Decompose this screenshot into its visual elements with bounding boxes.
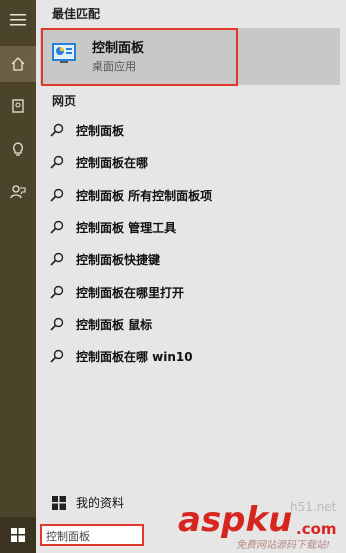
web-heading: 网页 bbox=[52, 94, 77, 108]
search-icon bbox=[50, 156, 64, 169]
web-result-label: 控制面板在哪里打开 bbox=[76, 285, 185, 300]
feedback-icon bbox=[10, 185, 26, 199]
web-result-item[interactable]: 控制面板在哪 win10 bbox=[36, 343, 346, 369]
web-result-label: 控制面板 管理工具 bbox=[76, 220, 177, 235]
notebook-icon bbox=[12, 99, 24, 113]
tips-button[interactable] bbox=[0, 131, 36, 167]
watermark-brand: aspku bbox=[178, 500, 293, 540]
search-icon bbox=[50, 252, 64, 266]
best-match-result[interactable]: 控制面板 桌面应用 bbox=[40, 28, 340, 85]
search-input[interactable]: 控制面板 bbox=[40, 524, 144, 546]
lightbulb-icon bbox=[13, 142, 23, 156]
windows-start-icon bbox=[11, 528, 25, 542]
best-match-name: 控制面板 bbox=[92, 41, 145, 56]
notebook-button[interactable] bbox=[0, 88, 36, 124]
home-icon bbox=[11, 57, 25, 71]
watermark-subtitle: 免费网站源码下载站! bbox=[236, 540, 331, 551]
hamburger-icon bbox=[10, 14, 26, 26]
search-icon bbox=[50, 349, 64, 363]
best-match-type: 桌面应用 bbox=[92, 60, 136, 73]
web-result-item[interactable]: 控制面板在哪里打开 bbox=[36, 279, 346, 305]
web-result-label: 控制面板 bbox=[76, 124, 125, 138]
web-result-item[interactable]: 控制面板在哪 bbox=[36, 149, 346, 175]
web-result-item[interactable]: 控制面板 所有控制面板项 bbox=[36, 182, 346, 208]
windows-logo-icon bbox=[52, 496, 66, 510]
web-result-label: 控制面板在哪 win10 bbox=[76, 350, 193, 365]
feedback-button[interactable] bbox=[0, 174, 36, 210]
home-button[interactable] bbox=[0, 46, 36, 82]
search-icon bbox=[50, 317, 64, 331]
web-result-item[interactable]: 控制面板 管理工具 bbox=[36, 214, 346, 240]
web-result-item[interactable]: 控制面板 鼠标 bbox=[36, 311, 346, 337]
web-result-label: 控制面板 所有控制面板项 bbox=[76, 188, 213, 203]
best-match-heading: 最佳匹配 bbox=[52, 7, 101, 21]
web-result-label: 控制面板在哪 bbox=[76, 156, 149, 171]
my-stuff-label: 我的资料 bbox=[76, 496, 125, 510]
search-icon bbox=[50, 123, 64, 137]
control-panel-icon bbox=[52, 43, 76, 63]
web-result-item[interactable]: 控制面板快捷键 bbox=[36, 246, 346, 272]
menu-button[interactable] bbox=[0, 2, 36, 38]
web-result-label: 控制面板快捷键 bbox=[76, 253, 161, 268]
start-button[interactable] bbox=[0, 517, 36, 553]
search-icon bbox=[50, 285, 64, 299]
web-result-label: 控制面板 鼠标 bbox=[76, 317, 153, 332]
search-results-panel: 最佳匹配 控制面板 桌面应用 网页 控制面板 控制面板在哪 控制面板 所有控制面板项… bbox=[36, 0, 346, 553]
web-result-item[interactable]: 控制面板 bbox=[36, 117, 346, 143]
search-icon bbox=[50, 188, 64, 202]
watermark-host: h51.net bbox=[290, 500, 337, 514]
search-icon bbox=[50, 220, 64, 234]
left-rail bbox=[0, 0, 36, 553]
